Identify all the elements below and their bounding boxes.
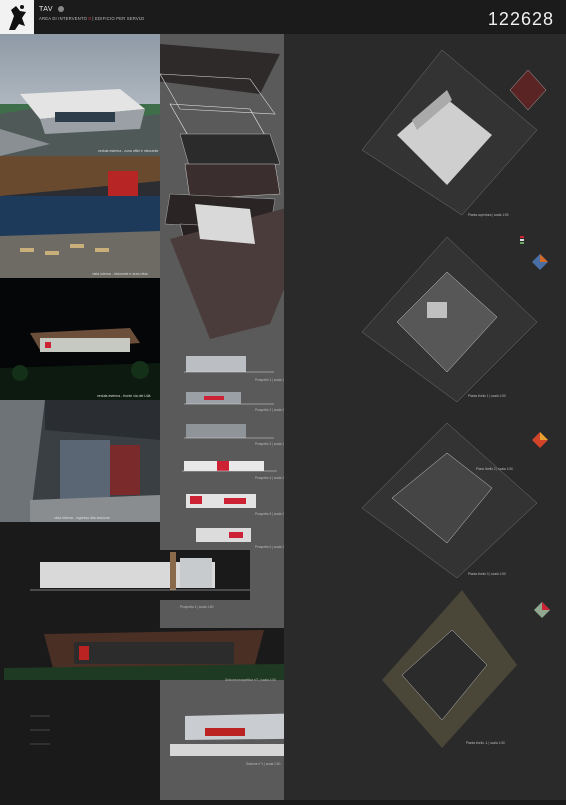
section-bottom-label: Sezione n°1 | scala 1:50 [246, 762, 281, 766]
subtitle-prefix: AREA DI INTERVENTO [39, 16, 88, 21]
section-perspective-drawing [4, 628, 284, 680]
photo-caption: vista interna - ristorante e area relax [92, 272, 149, 276]
photo-interior-restaurant: vista interna - ristorante e area relax [0, 156, 160, 278]
photo-caption: veduta esterna - zona uffici e ristorant… [98, 149, 159, 153]
key-plan-icon [509, 69, 547, 111]
plan-label: Pianta livello 0 | scala 1:50 [468, 572, 506, 576]
plan-level2-drawing [361, 422, 538, 578]
photo-interior-entrance: vista interna - ingresso alla stazione [0, 400, 160, 522]
plan-label: Pianta livello -1 | scala 1:50 [466, 741, 505, 745]
subtitle-suffix: | EDIFICIO PER SERVIZI [92, 16, 145, 21]
project-subtitle: AREA DI INTERVENTO 0 | EDIFICIO PER SERV… [39, 16, 144, 21]
photo-exterior-night: veduta esterna - fronte via dei Lillà [0, 278, 160, 400]
section-perspective-label: Sezione prospettica n°1 | scala 1:50 [225, 678, 276, 682]
main-elevation-label: Prospetto 1 | scala 1:50 [180, 605, 214, 609]
axonometric-band [140, 34, 320, 800]
project-title: TAV [39, 6, 144, 13]
legend-level1 [520, 235, 550, 245]
plan-level1-drawing [361, 236, 538, 403]
plan-label: Pianta copertura | scala 1:50 [468, 213, 509, 217]
title-block: TAV AREA DI INTERVENTO 0 | EDIFICIO PER … [39, 6, 144, 21]
legend-cube-icon [534, 602, 550, 618]
photo-exterior-offices: veduta esterna - zona uffici e ristorant… [0, 34, 160, 156]
main-elevation-drawing [30, 550, 250, 600]
area-number: 0 [88, 16, 92, 21]
logo [0, 0, 34, 34]
legend-cube-icon [532, 432, 548, 448]
photo-caption: vista interna - ingresso alla stazione [54, 516, 110, 520]
legend-cube-icon [532, 254, 548, 270]
plan-label: Piano livello 2 | scala 1:50 [476, 467, 513, 471]
photo-caption: veduta esterna - fronte via dei Lillà [97, 394, 151, 398]
project-dot-icon [58, 6, 65, 12]
header: TAV AREA DI INTERVENTO 0 | EDIFICIO PER … [0, 0, 566, 34]
plan-level-minus1-drawing [382, 590, 517, 748]
project-code: 122628 [487, 9, 554, 29]
plan-label: Pianta livello 1 | scala 1:50 [468, 394, 506, 398]
